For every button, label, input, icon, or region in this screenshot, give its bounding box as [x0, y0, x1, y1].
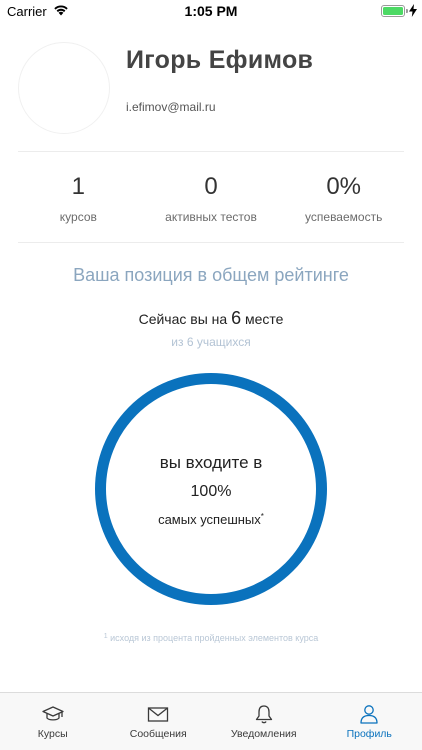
divider	[18, 151, 404, 152]
stat-value: 0	[204, 173, 218, 200]
place-suffix: месте	[244, 311, 284, 327]
footnote: 1 исходя из процента пройденных элементо…	[0, 633, 422, 643]
ring-text-line3: самых успешных*	[0, 512, 422, 527]
avatar[interactable]	[18, 42, 110, 134]
user-email: i.efimov@mail.ru	[126, 100, 216, 114]
stat-performance: 0% успеваемость	[277, 170, 410, 230]
stat-value: 1	[71, 173, 86, 200]
clock: 1:05 PM	[184, 3, 238, 19]
of-students-line: из 6 учащихся	[171, 335, 251, 349]
tab-label: Сообщения	[129, 728, 187, 740]
battery-icon	[381, 5, 408, 17]
charging-bolt-icon	[409, 4, 417, 17]
tab-label: Курсы	[37, 728, 68, 740]
divider	[18, 242, 404, 243]
stat-active-tests: 0 активных тестов	[145, 170, 278, 230]
bell-icon	[255, 705, 272, 724]
graduation-cap-icon	[42, 706, 64, 721]
stat-label: успеваемость	[305, 210, 383, 224]
user-name: Игорь Ефимов	[126, 46, 314, 74]
status-bar: Carrier 1:05 PM	[0, 0, 422, 22]
user-icon	[360, 705, 378, 724]
stats-row: 1 курсов 0 активных тестов 0% успеваемос…	[0, 170, 422, 230]
ring-percent: 100%	[190, 483, 232, 500]
tab-messages[interactable]: Сообщения	[106, 693, 212, 750]
footnote-mark: 1	[103, 633, 108, 640]
stat-courses: 1 курсов	[12, 170, 145, 230]
envelope-icon	[148, 707, 169, 722]
tab-profile[interactable]: Профиль	[317, 693, 422, 750]
tab-label: Уведомления	[230, 728, 297, 740]
place-number: 6	[231, 308, 242, 328]
place-line: Сейчас вы на 6 месте	[0, 308, 422, 329]
place-prefix: Сейчас вы на	[138, 311, 228, 327]
tab-courses[interactable]: Курсы	[0, 693, 106, 750]
stat-label: активных тестов	[165, 210, 257, 224]
rating-title: Ваша позиция в общем рейтинге	[73, 265, 349, 285]
ring-footnote-mark: *	[260, 512, 264, 521]
ring-text-line1: вы входите в	[159, 453, 263, 472]
tab-notifications[interactable]: Уведомления	[211, 693, 317, 750]
tab-label: Профиль	[346, 728, 392, 740]
stat-label: курсов	[59, 210, 97, 224]
stat-value: 0%	[326, 173, 362, 200]
ring-line3-text: самых успешных	[158, 512, 261, 527]
tab-bar: Курсы Сообщения Уведомления Профиль	[0, 692, 422, 750]
footnote-text: исходя из процента пройденных элементов …	[110, 633, 319, 643]
